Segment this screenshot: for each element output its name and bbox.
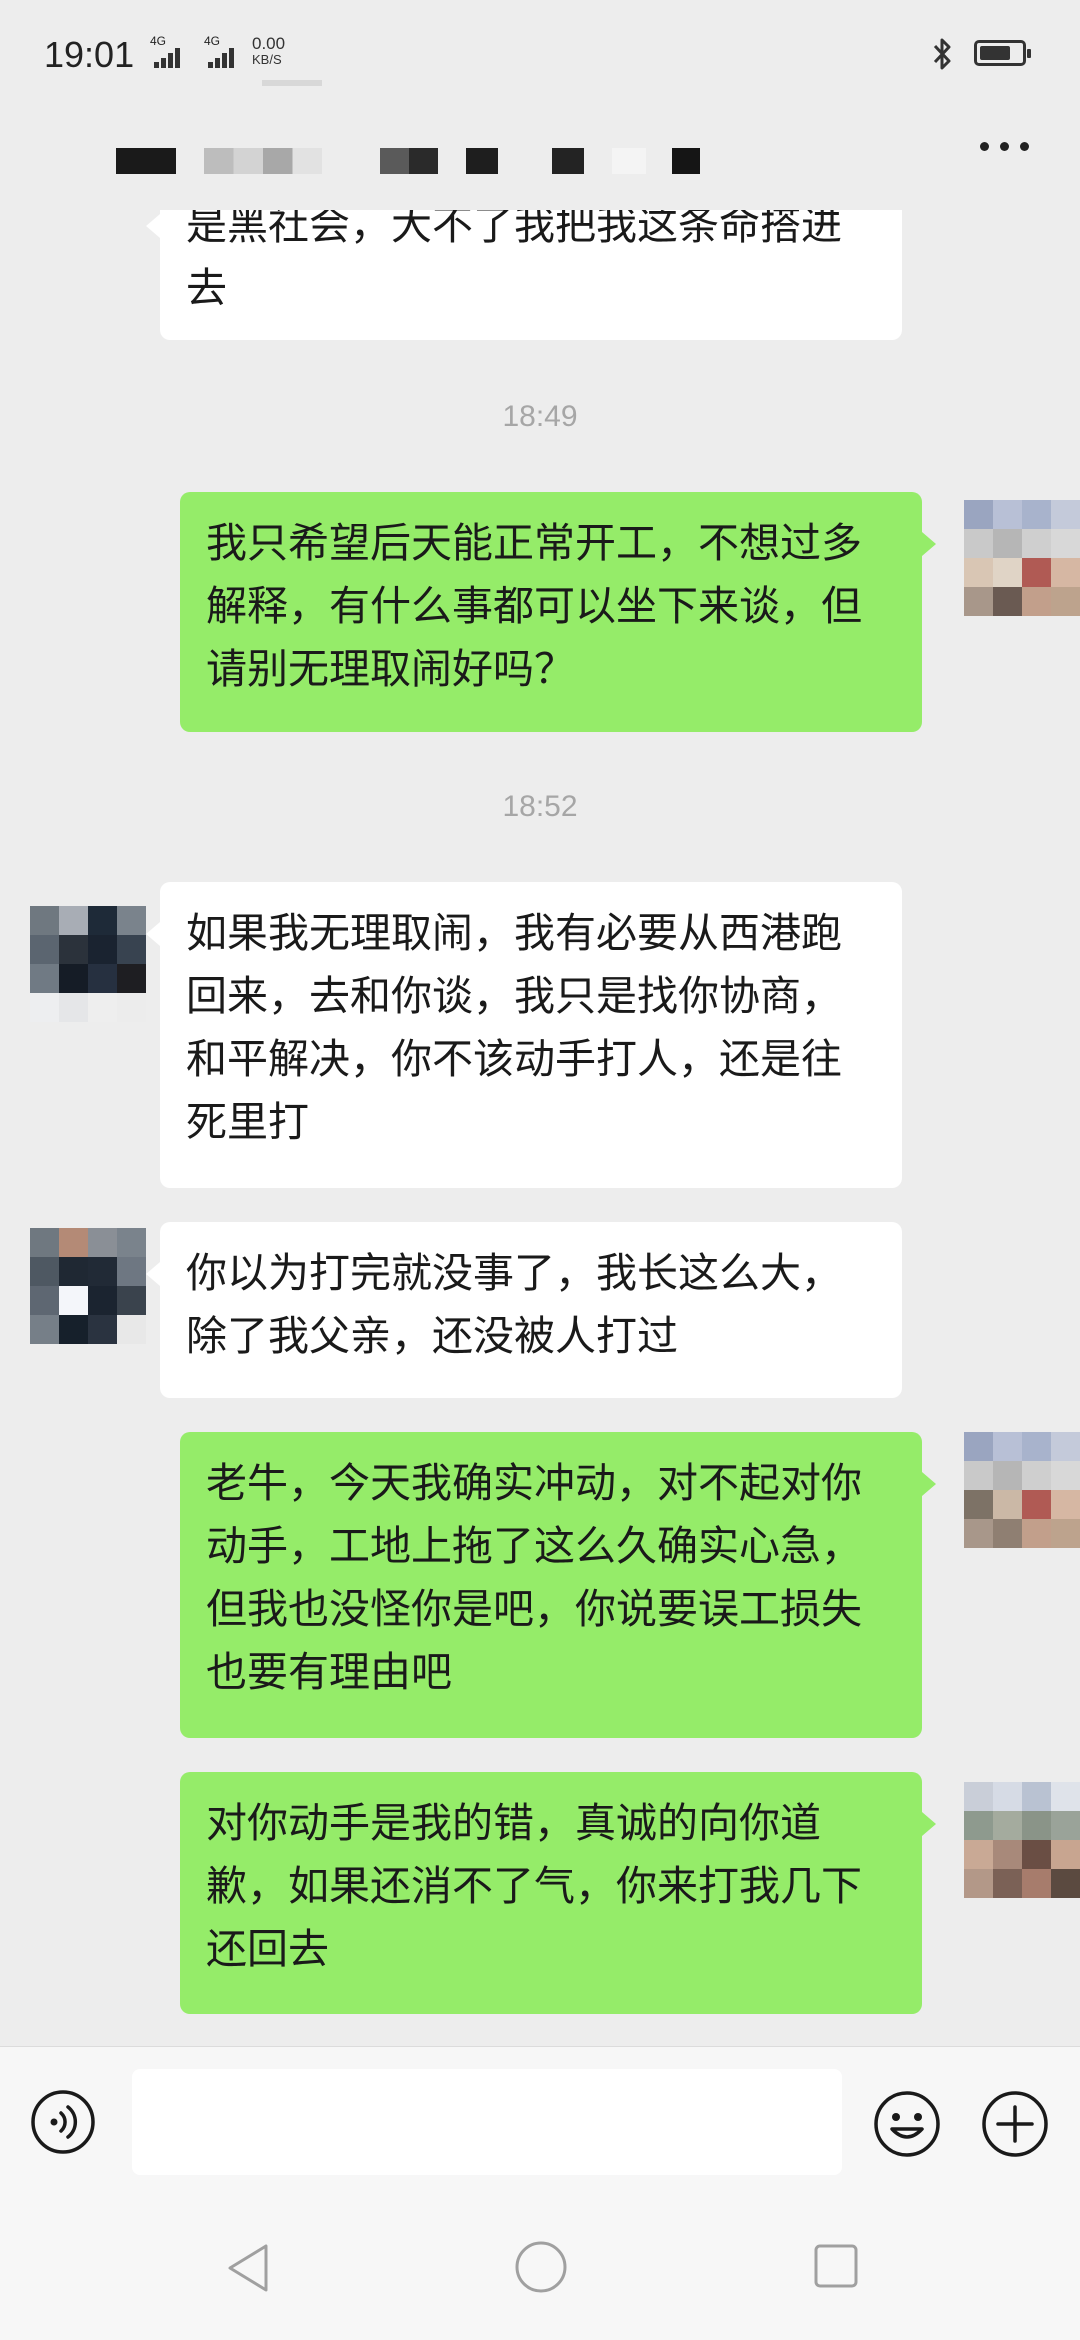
- avatar-self[interactable]: [964, 1782, 1080, 1898]
- status-time: 19:01: [44, 34, 135, 75]
- nav-back-icon[interactable]: [222, 2240, 274, 2296]
- avatar-self[interactable]: [964, 1432, 1080, 1548]
- network-speed-unit: KB/S: [252, 52, 282, 67]
- bluetooth-icon: [933, 38, 951, 70]
- nav-recent-icon[interactable]: [812, 2242, 860, 2290]
- avatar-contact[interactable]: [30, 906, 146, 1022]
- nav-home-icon[interactable]: [514, 2240, 568, 2294]
- message-list[interactable]: 是黑社会，大不了我把我这条命搭进去 18:49 我只希望后天能正常开工，不想过多…: [0, 210, 1080, 2046]
- system-nav-bar: [0, 2196, 1080, 2340]
- message-text: 我只希望后天能正常开工，不想过多解释，有什么事都可以坐下来谈，但请别无理取闹好吗…: [206, 519, 862, 693]
- more-icon[interactable]: [978, 142, 1034, 152]
- message-bubble-sent[interactable]: 老牛，今天我确实冲动，对不起对你动手，工地上拖了这么久确实心急，但我也没怪你是吧…: [180, 1432, 936, 1738]
- emoji-icon[interactable]: [872, 2089, 942, 2159]
- network-speed-value: 0.00: [252, 34, 286, 53]
- message-bubble-sent[interactable]: 我只希望后天能正常开工，不想过多解释，有什么事都可以坐下来谈，但请别无理取闹好吗…: [180, 492, 936, 732]
- chat-screen: 19:01 4G 4G 0.00 KB/S 是黑社会，大不了我把我这条命搭进去 …: [0, 0, 1080, 2340]
- network-type: 4G: [150, 34, 167, 48]
- message-bubble-received[interactable]: 是黑社会，大不了我把我这条命搭进去: [146, 210, 902, 340]
- message-text: 对你动手是我的错，真诚的向你道歉，如果还消不了气，你来打我几下还回去: [206, 1799, 862, 1973]
- battery-icon: [974, 40, 1031, 66]
- status-bar: 19:01 4G 4G 0.00 KB/S: [0, 0, 1080, 110]
- message-timestamp: 18:52: [502, 790, 578, 823]
- message-text: 你以为打完就没事了，我长这么大，除了我父亲，还没被人打过: [186, 1249, 842, 1360]
- message-input[interactable]: [132, 2069, 842, 2175]
- message-text: 老牛，今天我确实冲动，对不起对你动手，工地上拖了这么久确实心急，但我也没怪你是吧…: [206, 1459, 862, 1696]
- input-bar: [0, 2046, 1080, 2197]
- blurred-region: [262, 80, 322, 86]
- message-text: 是黑社会，大不了我把我这条命搭进去: [186, 210, 842, 312]
- avatar-contact[interactable]: [30, 1228, 146, 1344]
- message-bubble-received[interactable]: 你以为打完就没事了，我长这么大，除了我父亲，还没被人打过: [146, 1222, 902, 1398]
- network-type: 4G: [204, 34, 221, 48]
- message-bubble-sent[interactable]: 对你动手是我的错，真诚的向你道歉，如果还消不了气，你来打我几下还回去: [180, 1772, 936, 2014]
- avatar-self[interactable]: [964, 500, 1080, 616]
- message-timestamp: 18:49: [502, 400, 578, 433]
- plus-icon[interactable]: [980, 2089, 1050, 2159]
- message-bubble-received[interactable]: 如果我无理取闹，我有必要从西港跑回来，去和你谈，我只是找你协商，和平解决，你不该…: [146, 882, 902, 1188]
- voice-icon[interactable]: [30, 2089, 96, 2155]
- network-speed: 0.00 KB/S: [252, 34, 286, 68]
- message-text: 如果我无理取闹，我有必要从西港跑回来，去和你谈，我只是找你协商，和平解决，你不该…: [186, 909, 842, 1146]
